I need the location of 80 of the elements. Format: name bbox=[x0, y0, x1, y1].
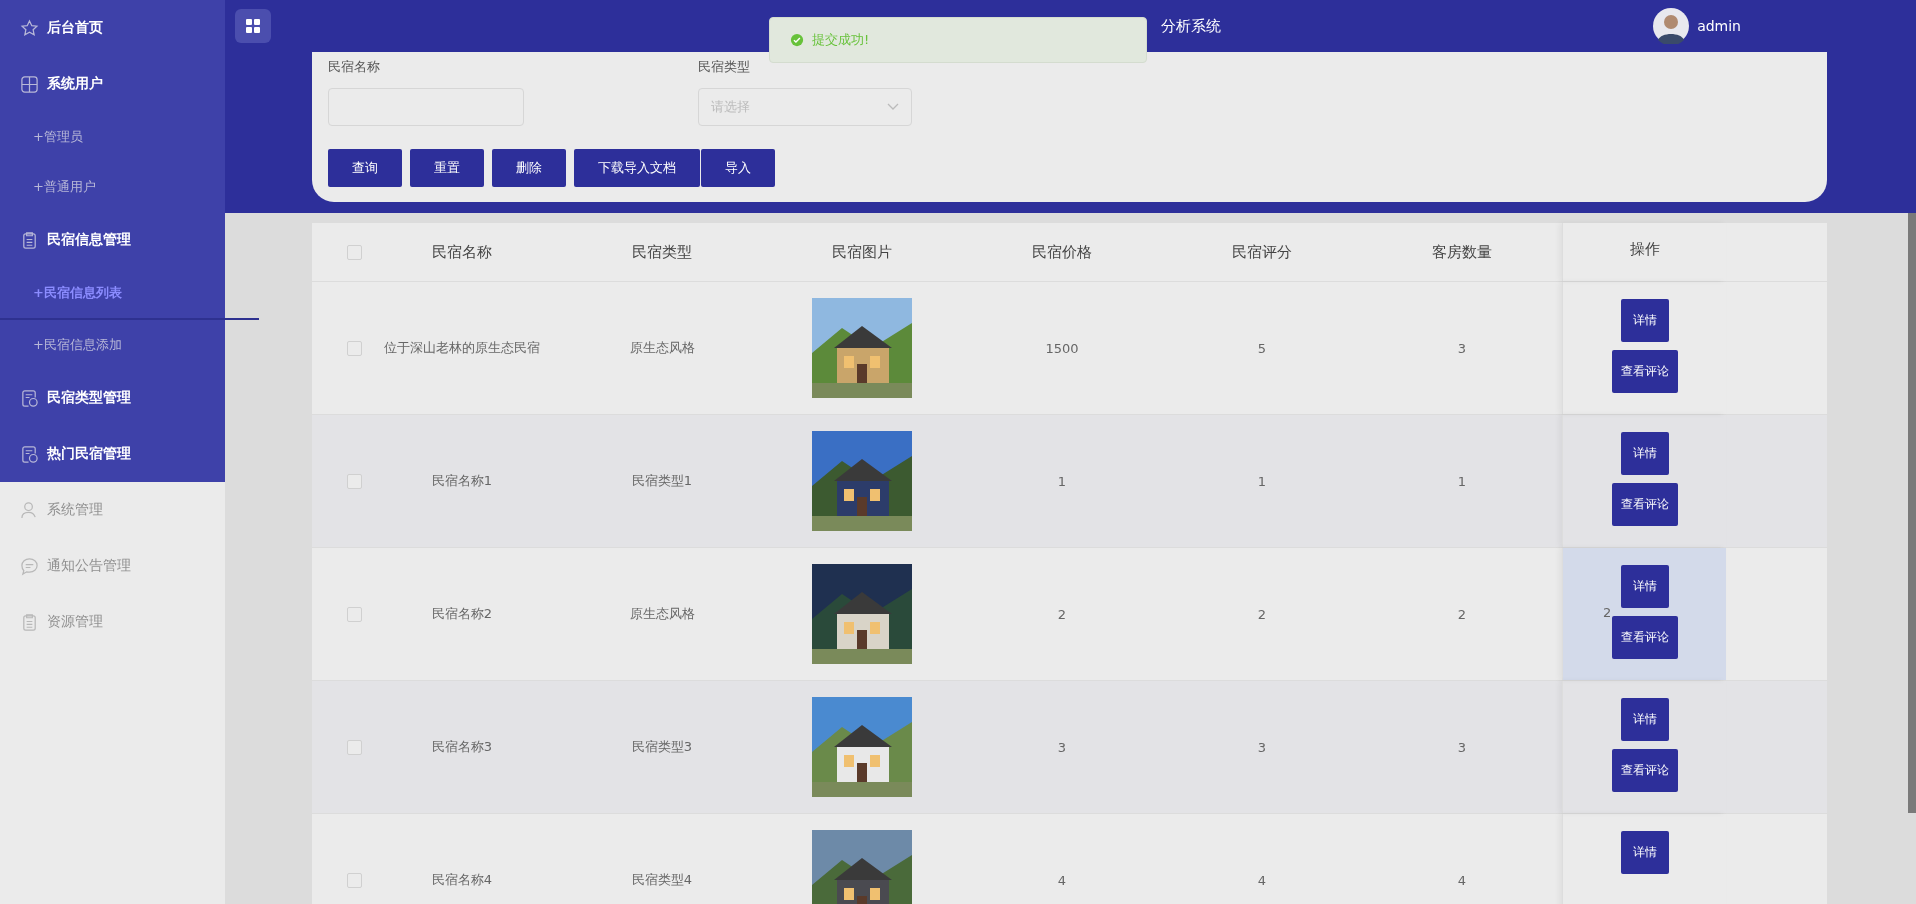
column-header: 民宿图片 bbox=[831, 241, 893, 263]
details-button[interactable]: 详情 bbox=[1620, 831, 1669, 874]
action-button[interactable]: 下载导入文档 bbox=[574, 149, 700, 187]
table-cell-text: 3 bbox=[1456, 738, 1468, 757]
check-circle-icon bbox=[790, 33, 804, 47]
sidebar-item[interactable]: +管理员 bbox=[0, 112, 225, 162]
table-cell-text: 原生态风格 bbox=[628, 605, 696, 623]
checkbox[interactable] bbox=[347, 606, 362, 622]
document-clock-icon bbox=[20, 444, 39, 464]
column-header: 操作 bbox=[1562, 223, 1726, 281]
comments-button[interactable]: 查看评论 bbox=[1611, 616, 1678, 659]
star-icon bbox=[20, 18, 39, 38]
table-cell-text: 2 bbox=[1456, 605, 1468, 624]
table-cell: 2 bbox=[1603, 605, 1612, 620]
sidebar-item[interactable]: +普通用户 bbox=[0, 162, 225, 212]
user-icon bbox=[20, 500, 39, 520]
table-cell-text: 民宿类型4 bbox=[630, 871, 694, 889]
comments-button[interactable]: 查看评论 bbox=[1611, 350, 1678, 393]
grid-icon bbox=[20, 74, 39, 94]
table-cell-text: 5 bbox=[1256, 339, 1268, 358]
action-button[interactable]: 导入 bbox=[701, 149, 775, 187]
action-button[interactable]: 查询 bbox=[328, 149, 402, 187]
apps-button[interactable] bbox=[235, 9, 271, 43]
table-cell-text: 3 bbox=[1456, 339, 1468, 358]
column-header: 民宿类型 bbox=[631, 241, 693, 263]
sidebar-item[interactable]: 热门民宿管理 bbox=[0, 426, 225, 482]
clipboard-icon bbox=[20, 612, 39, 632]
details-button[interactable]: 详情 bbox=[1620, 565, 1669, 608]
table-cell-text: 1500 bbox=[1044, 339, 1080, 358]
details-button[interactable]: 详情 bbox=[1620, 698, 1669, 741]
sidebar-item[interactable]: +民宿信息添加 bbox=[0, 320, 225, 370]
sidebar-item[interactable]: 民宿类型管理 bbox=[0, 370, 225, 426]
toast-message: 提交成功! bbox=[812, 31, 870, 49]
checkbox[interactable] bbox=[347, 244, 362, 260]
checkbox[interactable] bbox=[347, 872, 362, 888]
table-cell-text: 2 bbox=[1256, 605, 1268, 624]
table-cell-text: 原生态风格 bbox=[628, 339, 696, 357]
table-cell-text: 1 bbox=[1056, 472, 1068, 491]
column-header: 客房数量 bbox=[1431, 241, 1493, 263]
table-cell-text: 4 bbox=[1256, 871, 1268, 890]
document-clock-icon bbox=[20, 388, 39, 408]
details-button[interactable]: 详情 bbox=[1620, 299, 1669, 342]
field-label: 民宿名称 bbox=[328, 58, 381, 76]
user-name[interactable]: admin bbox=[1697, 18, 1741, 34]
checkbox[interactable] bbox=[347, 340, 362, 356]
avatar-icon[interactable] bbox=[1653, 8, 1690, 44]
scrollbar[interactable] bbox=[1908, 213, 1916, 813]
column-header: 民宿名称 bbox=[431, 241, 493, 263]
comments-button[interactable]: 查看评论 bbox=[1611, 749, 1678, 792]
table-cell-text: 民宿名称1 bbox=[430, 472, 494, 490]
column-header: 民宿价格 bbox=[1031, 241, 1093, 263]
checkbox[interactable] bbox=[347, 739, 362, 755]
clipboard-icon bbox=[20, 230, 39, 250]
table-cell-text: 1 bbox=[1256, 472, 1268, 491]
sidebar-item[interactable]: 后台首页 bbox=[0, 0, 225, 56]
table-cell-text: 民宿名称4 bbox=[430, 871, 494, 889]
table-cell-text: 民宿类型1 bbox=[630, 472, 694, 490]
table-cell-text: 3 bbox=[1256, 738, 1268, 757]
sidebar-item[interactable]: 民宿信息管理 bbox=[0, 212, 225, 268]
table-cell-text: 4 bbox=[1456, 871, 1468, 890]
table-cell-text: 位于深山老林的原生态民宿 bbox=[383, 339, 541, 357]
table-cell-text: 民宿名称2 bbox=[430, 605, 494, 623]
checkbox[interactable] bbox=[347, 473, 362, 489]
table-cell-text: 4 bbox=[1056, 871, 1068, 890]
table-cell-text: 1 bbox=[1456, 472, 1468, 491]
grid-icon bbox=[246, 19, 260, 33]
column-header: 民宿评分 bbox=[1231, 241, 1293, 263]
table-cell-text: 民宿名称3 bbox=[430, 738, 494, 756]
table-cell-text: 民宿类型3 bbox=[630, 738, 694, 756]
action-button[interactable]: 重置 bbox=[410, 149, 484, 187]
action-button[interactable]: 删除 bbox=[492, 149, 566, 187]
table-cell-text: 2 bbox=[1056, 605, 1068, 624]
field-label: 民宿类型 bbox=[698, 58, 751, 76]
chevron-down-icon bbox=[887, 103, 899, 111]
comments-button[interactable]: 查看评论 bbox=[1611, 483, 1678, 526]
chat-icon bbox=[20, 556, 39, 576]
table-cell-text: 3 bbox=[1056, 738, 1068, 757]
details-button[interactable]: 详情 bbox=[1620, 432, 1669, 475]
sidebar-item[interactable]: 系统用户 bbox=[0, 56, 225, 112]
system-title: 分析系统 bbox=[1161, 16, 1221, 36]
